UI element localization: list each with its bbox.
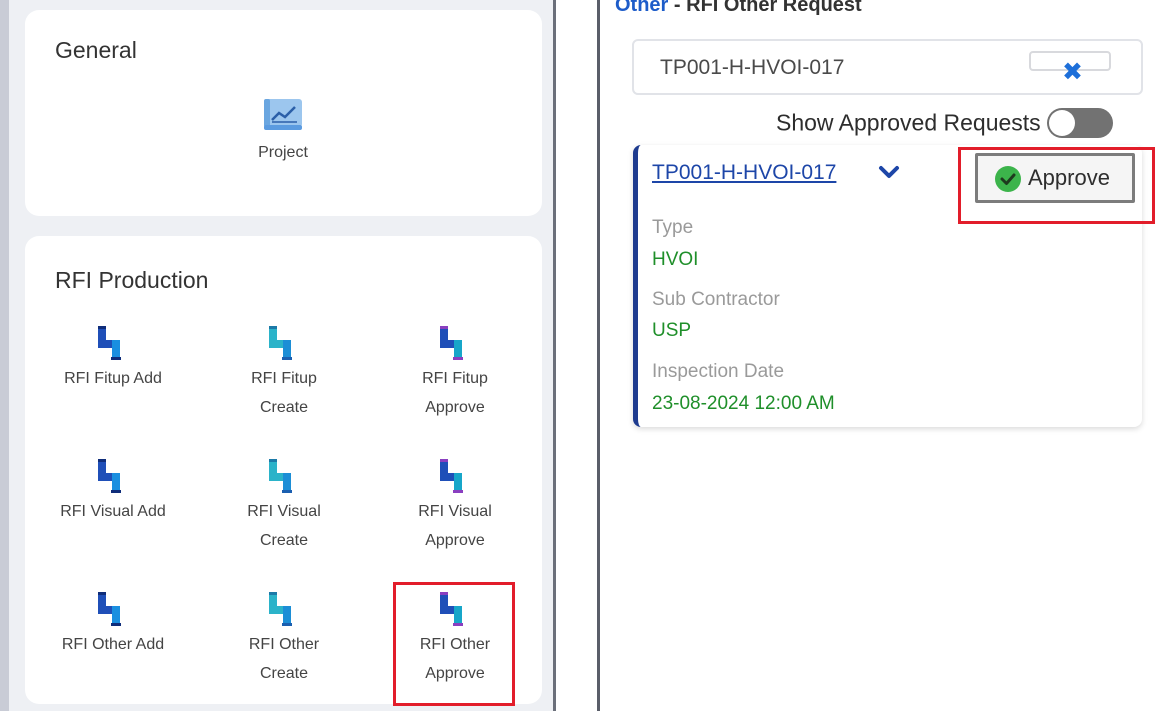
- tile-rfi-visual-create[interactable]: RFI Visual Create: [209, 457, 359, 555]
- toggle-label: Show Approved Requests: [776, 109, 1041, 136]
- tile-rfi-fitup-add[interactable]: RFI Fitup Add: [38, 324, 188, 393]
- chevron-down-icon[interactable]: [876, 159, 902, 185]
- tile-project[interactable]: Project: [208, 96, 358, 167]
- highlight-approve-button: [958, 147, 1155, 224]
- field-label-inspection-date: Inspection Date: [652, 361, 785, 382]
- tile-label: RFI Other Create: [248, 636, 320, 682]
- tile-rfi-visual-add[interactable]: RFI Visual Add: [38, 457, 188, 526]
- highlight-rfi-other-approve: [393, 582, 515, 706]
- tile-label: RFI Fitup Create: [251, 370, 317, 416]
- pipe-elbow-icon: [98, 592, 121, 626]
- close-icon: ✖: [1062, 58, 1083, 86]
- panel-edge: [0, 0, 9, 711]
- panel-divider: [597, 0, 600, 711]
- tile-rfi-fitup-create[interactable]: RFI Fitup Create: [209, 324, 359, 422]
- toggle-knob: [1049, 110, 1076, 136]
- tile-label: RFI Fitup Add: [64, 370, 162, 387]
- show-approved-row: Show Approved Requests: [776, 108, 1114, 144]
- pipe-elbow-icon: [269, 459, 292, 493]
- tile-label: Project: [258, 144, 308, 161]
- tile-rfi-other-create[interactable]: RFI Other Create: [209, 590, 359, 688]
- clear-button[interactable]: ✖: [1029, 51, 1111, 85]
- tile-rfi-fitup-approve[interactable]: RFI Fitup Approve: [380, 324, 530, 422]
- section-title: RFI Production: [55, 267, 209, 293]
- general-section: General Project: [25, 10, 542, 216]
- field-label-sub-contractor: Sub Contractor: [652, 289, 780, 310]
- pipe-elbow-icon: [440, 326, 463, 360]
- tile-label: RFI Visual Approve: [418, 503, 492, 549]
- field-value-sub-contractor: USP: [652, 320, 692, 341]
- show-approved-toggle[interactable]: [1047, 108, 1114, 138]
- search-value: TP001-H-HVOI-017: [660, 56, 845, 79]
- header-category[interactable]: Other: [615, 0, 668, 16]
- page-title: Other - RFI Other Request: [615, 0, 862, 17]
- tile-label: RFI Fitup Approve: [422, 370, 488, 416]
- tile-label: RFI Visual Create: [247, 503, 321, 549]
- pipe-elbow-icon: [440, 459, 463, 493]
- pipe-elbow-icon: [269, 592, 292, 626]
- panel-border: [553, 0, 556, 711]
- pipe-elbow-icon: [269, 326, 292, 360]
- pipe-elbow-icon: [98, 326, 121, 360]
- header-separator: -: [668, 0, 687, 16]
- tile-rfi-visual-approve[interactable]: RFI Visual Approve: [380, 457, 530, 555]
- field-value-type: HVOI: [652, 249, 699, 270]
- field-value-inspection-date: 23-08-2024 12:00 AM: [652, 393, 835, 414]
- section-title: General: [55, 37, 137, 63]
- tile-label: RFI Visual Add: [60, 503, 166, 520]
- pipe-elbow-icon: [98, 459, 121, 493]
- project-chart-icon: [264, 99, 302, 130]
- tile-label: RFI Other Add: [61, 636, 165, 653]
- request-id-link[interactable]: TP001-H-HVOI-017: [652, 161, 836, 185]
- search-field[interactable]: TP001-H-HVOI-017 ✖: [632, 39, 1143, 95]
- tile-rfi-other-add[interactable]: RFI Other Add: [38, 590, 188, 659]
- header-title: RFI Other Request: [686, 0, 862, 16]
- field-label-type: Type: [652, 217, 694, 238]
